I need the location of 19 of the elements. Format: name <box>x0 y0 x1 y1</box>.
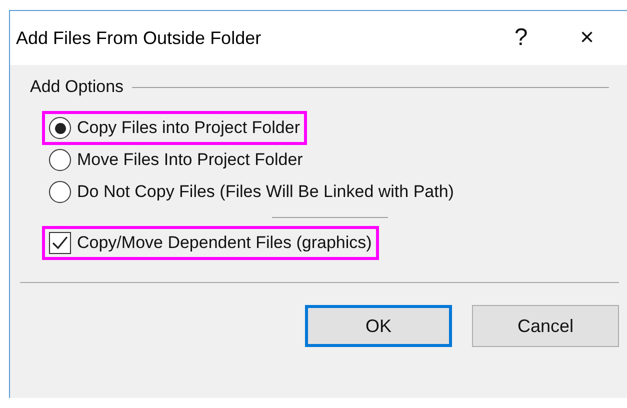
radio-button[interactable] <box>49 149 71 171</box>
help-button[interactable]: ? <box>491 18 551 58</box>
radio-button[interactable] <box>49 117 71 139</box>
radio-option[interactable]: Do Not Copy Files (Files Will Be Linked with Path) <box>42 175 461 209</box>
dialog-button[interactable]: OK <box>305 305 452 347</box>
checkbox-option[interactable]: Copy/Move Dependent Files (graphics) <box>42 226 379 260</box>
close-button[interactable]: × <box>557 18 617 58</box>
dialog-button[interactable]: Cancel <box>472 305 619 347</box>
checkmark-icon <box>52 236 68 250</box>
radio-button[interactable] <box>49 181 71 203</box>
option-label: Copy/Move Dependent Files (graphics) <box>77 233 372 253</box>
option-label: Copy Files into Project Folder <box>77 118 300 138</box>
radio-option[interactable]: Copy Files into Project Folder <box>42 111 307 145</box>
radio-option[interactable]: Move Files Into Project Folder <box>42 143 310 177</box>
window-title: Add Files From Outside Folder <box>16 28 262 48</box>
checkbox[interactable] <box>49 232 71 254</box>
option-label: Do Not Copy Files (Files Will Be Linked with Path) <box>77 182 454 202</box>
option-label: Move Files Into Project Folder <box>77 150 303 170</box>
group-title: Add Options <box>30 77 124 97</box>
